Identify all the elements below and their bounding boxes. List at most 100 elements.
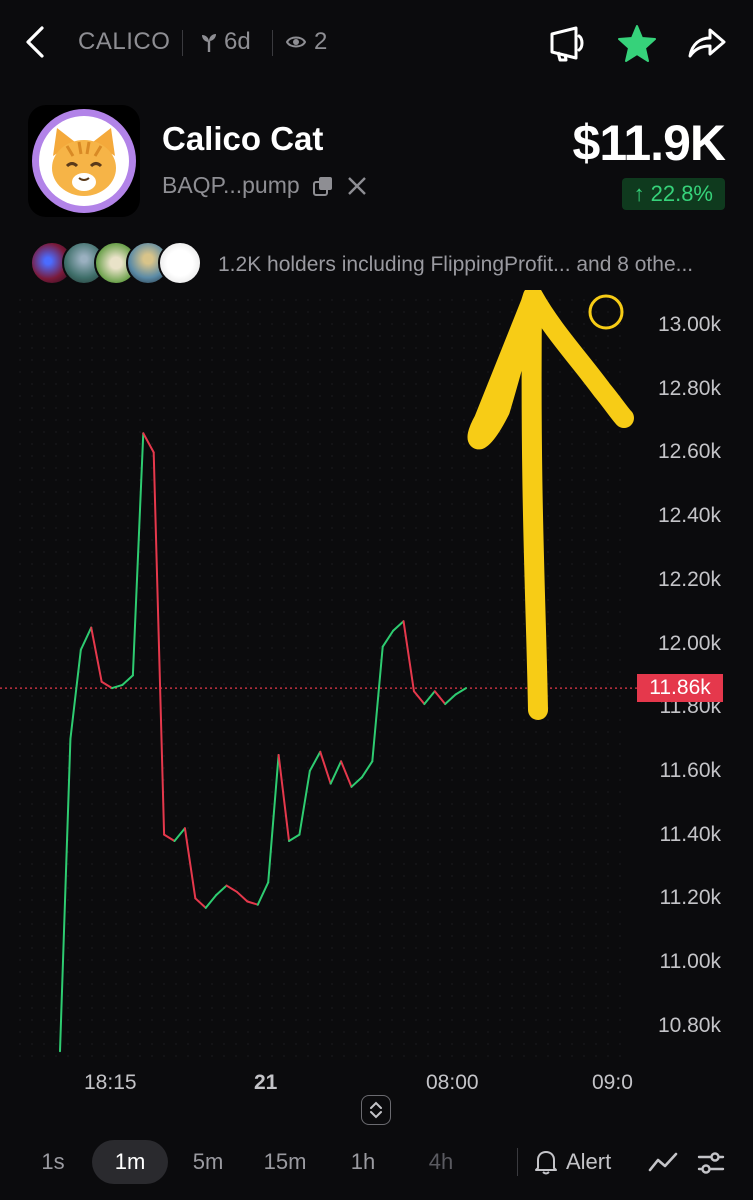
x-twitter-icon[interactable] bbox=[346, 175, 368, 197]
grid-dot bbox=[163, 347, 165, 349]
grid-dot bbox=[583, 767, 585, 769]
grid-dot bbox=[295, 659, 297, 661]
grid-dot bbox=[511, 959, 513, 961]
grid-dot bbox=[79, 1007, 81, 1009]
grid-dot bbox=[295, 575, 297, 577]
grid-dot bbox=[583, 887, 585, 889]
grid-dot bbox=[523, 1019, 525, 1021]
settings-sliders-icon[interactable] bbox=[696, 1148, 726, 1178]
grid-dot bbox=[403, 887, 405, 889]
holders-summary[interactable]: 1.2K holders including FlippingProfit...… bbox=[218, 253, 693, 277]
grid-dot bbox=[559, 899, 561, 901]
grid-dot bbox=[199, 359, 201, 361]
grid-dot bbox=[559, 743, 561, 745]
grid-dot bbox=[283, 815, 285, 817]
grid-dot bbox=[523, 731, 525, 733]
grid-dot bbox=[295, 1043, 297, 1045]
grid-dot bbox=[151, 407, 153, 409]
grid-dot bbox=[475, 947, 477, 949]
star-icon[interactable] bbox=[616, 22, 658, 64]
y-tick-label: 12.00k bbox=[657, 631, 721, 655]
grid-dot bbox=[211, 959, 213, 961]
grid-dot bbox=[211, 839, 213, 841]
grid-dot bbox=[31, 671, 33, 673]
expand-chart-button[interactable] bbox=[361, 1095, 391, 1125]
grid-dot bbox=[151, 599, 153, 601]
grid-dot bbox=[391, 323, 393, 325]
grid-dot bbox=[367, 599, 369, 601]
grid-dot bbox=[343, 1007, 345, 1009]
copy-icon[interactable] bbox=[312, 175, 334, 197]
grid-dot bbox=[595, 311, 597, 313]
grid-dot bbox=[115, 431, 117, 433]
alert-button[interactable]: Alert bbox=[534, 1140, 611, 1184]
back-chevron-icon[interactable] bbox=[20, 24, 50, 60]
grid-dot bbox=[55, 839, 57, 841]
grid-dot bbox=[583, 743, 585, 745]
megaphone-icon[interactable] bbox=[546, 22, 588, 64]
grid-dot bbox=[511, 851, 513, 853]
grid-dot bbox=[307, 755, 309, 757]
grid-dot bbox=[235, 983, 237, 985]
grid-dot bbox=[511, 419, 513, 421]
grid-dot bbox=[199, 743, 201, 745]
grid-dot bbox=[391, 311, 393, 313]
grid-dot bbox=[259, 863, 261, 865]
grid-dot bbox=[211, 443, 213, 445]
grid-dot bbox=[391, 815, 393, 817]
grid-dot bbox=[319, 731, 321, 733]
grid-dot bbox=[163, 323, 165, 325]
grid-dot bbox=[427, 347, 429, 349]
price-segment bbox=[423, 690, 436, 706]
grid-dot bbox=[283, 599, 285, 601]
share-icon[interactable] bbox=[686, 22, 728, 64]
grid-dot bbox=[295, 1031, 297, 1033]
event-marker[interactable] bbox=[588, 294, 624, 330]
grid-dot bbox=[391, 995, 393, 997]
grid-dot bbox=[295, 455, 297, 457]
interval-5m[interactable]: 5m bbox=[184, 1140, 232, 1184]
grid-dot bbox=[295, 491, 297, 493]
interval-1h[interactable]: 1h bbox=[340, 1140, 386, 1184]
grid-dot bbox=[199, 959, 201, 961]
grid-dot bbox=[127, 767, 129, 769]
grid-dot bbox=[319, 983, 321, 985]
grid-dot bbox=[199, 671, 201, 673]
grid-dot bbox=[31, 491, 33, 493]
grid-dot bbox=[511, 431, 513, 433]
grid-dot bbox=[367, 995, 369, 997]
grid-dot bbox=[463, 503, 465, 505]
grid-dot bbox=[19, 863, 21, 865]
grid-dot bbox=[619, 671, 621, 673]
up-arrow-icon: ↑ bbox=[633, 181, 645, 206]
grid-dot bbox=[307, 563, 309, 565]
grid-dot bbox=[175, 599, 177, 601]
grid-dot bbox=[439, 719, 441, 721]
grid-dot bbox=[319, 443, 321, 445]
grid-dot bbox=[439, 407, 441, 409]
grid-dot bbox=[367, 755, 369, 757]
interval-4h[interactable]: 4h bbox=[418, 1140, 464, 1184]
grid-dot bbox=[475, 875, 477, 877]
grid-dot bbox=[79, 695, 81, 697]
grid-dot bbox=[175, 479, 177, 481]
holders-avatars[interactable] bbox=[30, 240, 202, 286]
line-chart-icon[interactable] bbox=[648, 1148, 678, 1178]
grid-dot bbox=[367, 1043, 369, 1045]
grid-dot bbox=[547, 875, 549, 877]
interval-1m[interactable]: 1m bbox=[92, 1140, 168, 1184]
grid-dot bbox=[487, 707, 489, 709]
grid-dot bbox=[91, 923, 93, 925]
grid-dot bbox=[127, 503, 129, 505]
grid-dot bbox=[319, 335, 321, 337]
grid-dot bbox=[259, 515, 261, 517]
interval-1s[interactable]: 1s bbox=[30, 1140, 76, 1184]
grid-dot bbox=[79, 755, 81, 757]
grid-dot bbox=[619, 851, 621, 853]
grid-dot bbox=[19, 887, 21, 889]
grid-dot bbox=[367, 803, 369, 805]
grid-dot bbox=[283, 479, 285, 481]
interval-15m[interactable]: 15m bbox=[254, 1140, 316, 1184]
grid-dot bbox=[607, 335, 609, 337]
grid-dot bbox=[259, 923, 261, 925]
